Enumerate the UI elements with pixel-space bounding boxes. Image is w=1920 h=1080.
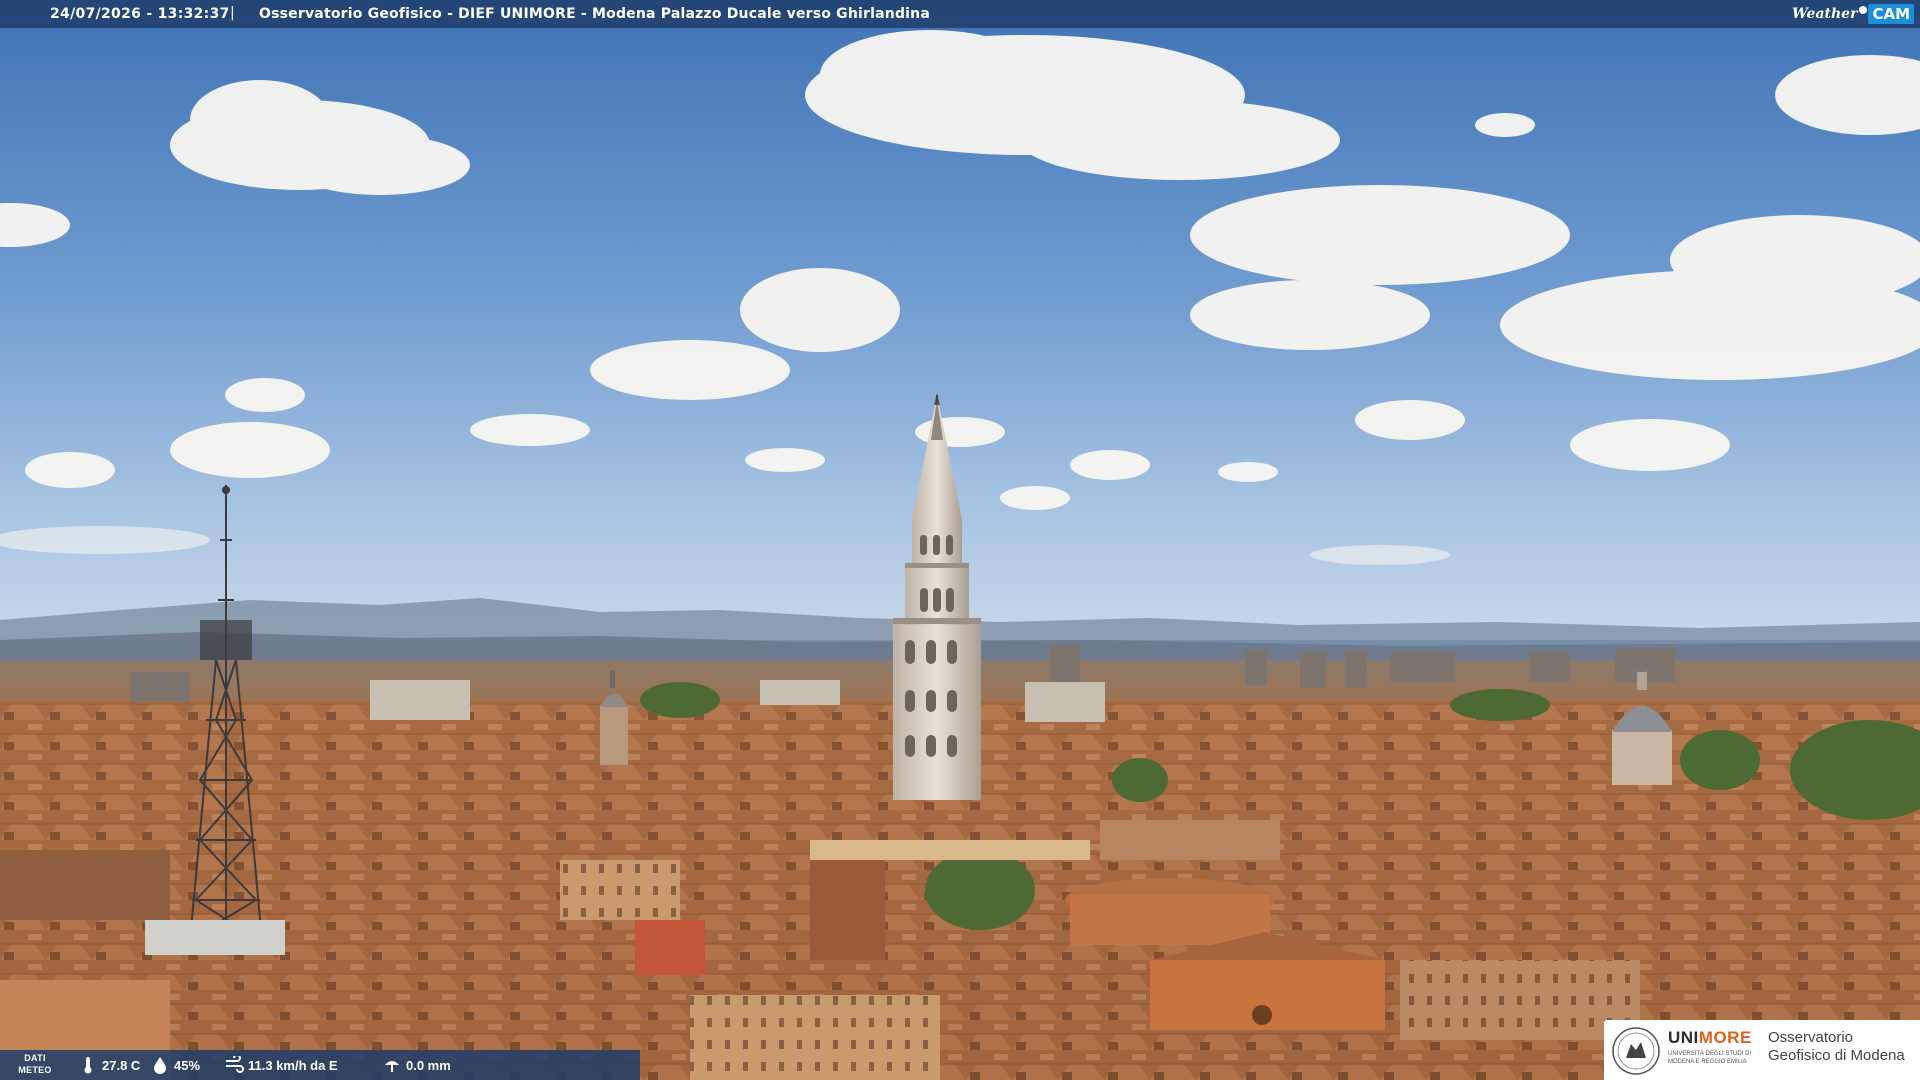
rain-gauge-icon [385,1061,399,1072]
webcam-image [0,0,1920,1080]
temperature-value: 27.8 C [102,1057,141,1073]
uni-suffix: MORE [1698,1028,1752,1047]
humidity-reading: 45% [150,1056,200,1074]
university-full-name: Università degli Studi di Modena e Reggi… [1668,1051,1752,1065]
unimore-logo-panel[interactable]: UNIMORE Università degli Studi di Modena… [1604,1020,1920,1080]
university-seal-icon [1612,1027,1660,1075]
wind-icon [226,1056,244,1073]
weather-data-bar: DATI METEO 27.8 C 45% 11.3 km/h da E 0.0… [0,1050,640,1080]
webcam-title: Osservatorio Geofisico - DIEF UNIMORE - … [259,6,930,22]
thermometer-icon [84,1057,92,1074]
humidity-drop-icon [154,1057,166,1074]
uni-prefix: UNI [1668,1028,1699,1047]
temperature-reading: 27.8 C [78,1056,140,1074]
wind-reading: 11.3 km/h da E [224,1056,338,1074]
wind-value: 11.3 km/h da E [248,1057,338,1073]
weathercam-logo[interactable]: Weather CAM [1792,3,1914,25]
humidity-value: 45% [174,1057,201,1073]
observatory-name: Osservatorio Geofisico di Modena [1768,1029,1905,1064]
weathercam-logo-weather: Weather [1791,6,1858,22]
unimore-wordmark: UNIMORE [1668,1028,1752,1048]
rain-value: 0.0 mm [406,1057,451,1073]
dati-meteo-label: DATI METEO [18,1053,52,1075]
timestamp: 24/07/2026 - 13:32:37 [50,6,230,22]
separator: | [230,5,235,21]
rain-reading: 0.0 mm [382,1056,451,1074]
logo-dot-icon [1859,6,1868,14]
weathercam-logo-cam: CAM [1868,4,1914,24]
top-info-bar: 24/07/2026 - 13:32:37 | Osservatorio Geo… [0,0,1920,28]
